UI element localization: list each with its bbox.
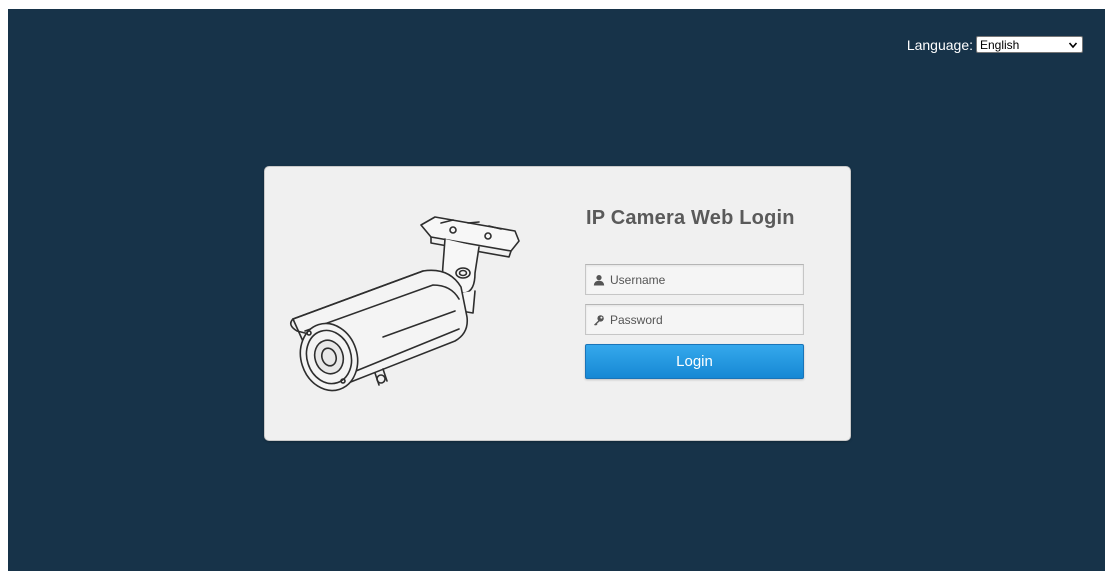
language-select[interactable]: English: [976, 36, 1083, 53]
user-icon: [593, 274, 605, 285]
login-title: IP Camera Web Login: [586, 207, 795, 229]
key-icon: [594, 314, 604, 326]
chevron-down-icon: [1068, 41, 1078, 48]
username-input[interactable]: Username: [585, 264, 804, 295]
camera-illustration: [289, 216, 520, 392]
password-placeholder: Password: [610, 312, 663, 327]
password-input[interactable]: Password: [585, 304, 804, 335]
login-panel: IP Camera Web Login Username Password Lo…: [264, 166, 851, 441]
language-selected-value: English: [980, 37, 1020, 52]
language-bar: Language: English: [907, 36, 1083, 53]
page-background: Language: English IP Camera Web Login Us…: [8, 9, 1105, 571]
login-button[interactable]: Login: [585, 344, 804, 379]
username-placeholder: Username: [610, 272, 666, 287]
language-label: Language:: [906, 36, 973, 53]
